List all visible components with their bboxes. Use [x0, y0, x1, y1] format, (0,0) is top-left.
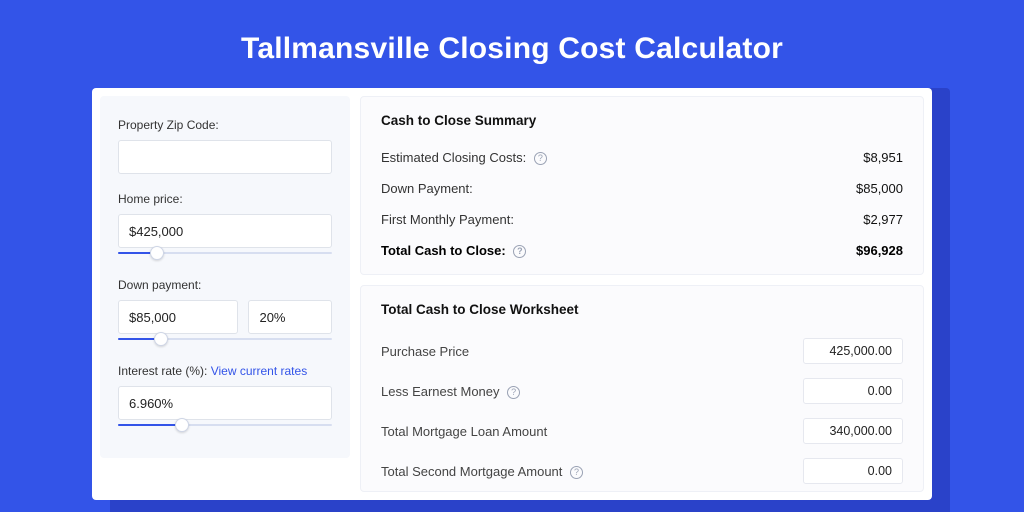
help-icon[interactable]: ? — [513, 245, 526, 258]
zip-input[interactable] — [118, 140, 332, 174]
view-rates-link[interactable]: View current rates — [211, 364, 308, 378]
worksheet-row-label: Purchase Price — [381, 344, 469, 359]
summary-row: Estimated Closing Costs: ? $8,951 — [381, 142, 903, 173]
worksheet-rows: Purchase Price 425,000.00 Less Earnest Mon… — [381, 331, 903, 491]
summary-row: Total Cash to Close: ? $96,928 — [381, 235, 903, 266]
help-icon[interactable]: ? — [534, 152, 547, 165]
summary-row-label: Down Payment: — [381, 181, 473, 196]
zip-field: Property Zip Code: — [118, 118, 332, 174]
worksheet-row-value: 425,000.00 — [803, 338, 903, 364]
down-payment-label: Down payment: — [118, 278, 332, 292]
results-column: Cash to Close Summary Estimated Closing … — [360, 96, 924, 492]
summary-panel: Cash to Close Summary Estimated Closing … — [360, 96, 924, 275]
slider-fill — [118, 424, 182, 426]
rate-label: Interest rate (%): View current rates — [118, 364, 332, 378]
home-price-label: Home price: — [118, 192, 332, 206]
page-title: Tallmansville Closing Cost Calculator — [0, 0, 1024, 88]
down-payment-field: Down payment: — [118, 278, 332, 346]
summary-heading: Cash to Close Summary — [381, 113, 903, 128]
summary-row-value: $8,951 — [863, 150, 903, 165]
worksheet-heading: Total Cash to Close Worksheet — [381, 302, 903, 317]
rate-field: Interest rate (%): View current rates — [118, 364, 332, 432]
summary-row-value: $85,000 — [856, 181, 903, 196]
worksheet-row: Purchase Price 425,000.00 — [381, 331, 903, 371]
worksheet-row-value: 0.00 — [803, 458, 903, 484]
summary-row-label: First Monthly Payment: — [381, 212, 514, 227]
summary-row-label: Total Cash to Close: ? — [381, 243, 526, 258]
home-price-input[interactable] — [118, 214, 332, 248]
worksheet-row-value: 0.00 — [803, 378, 903, 404]
calculator-card: Property Zip Code: Home price: Down paym… — [92, 88, 932, 500]
down-payment-slider[interactable] — [118, 332, 332, 346]
help-icon[interactable]: ? — [507, 386, 520, 399]
summary-rows: Estimated Closing Costs: ? $8,951 Down Pay… — [381, 142, 903, 266]
summary-row-value: $2,977 — [863, 212, 903, 227]
slider-thumb[interactable] — [175, 418, 189, 432]
home-price-field: Home price: — [118, 192, 332, 260]
summary-row-label: Estimated Closing Costs: ? — [381, 150, 547, 165]
down-payment-input[interactable] — [118, 300, 238, 334]
worksheet-row: Less Earnest Money ? 0.00 — [381, 371, 903, 411]
help-icon[interactable]: ? — [570, 466, 583, 479]
summary-row: First Monthly Payment: $2,977 — [381, 204, 903, 235]
worksheet-panel: Total Cash to Close Worksheet Purchase P… — [360, 285, 924, 492]
worksheet-row-label: Total Mortgage Loan Amount — [381, 424, 547, 439]
worksheet-row-label: Total Second Mortgage Amount ? — [381, 464, 583, 479]
home-price-slider[interactable] — [118, 246, 332, 260]
worksheet-row-label: Less Earnest Money ? — [381, 384, 520, 399]
summary-row: Down Payment: $85,000 — [381, 173, 903, 204]
rate-label-text: Interest rate (%): — [118, 364, 211, 378]
zip-label: Property Zip Code: — [118, 118, 332, 132]
slider-thumb[interactable] — [150, 246, 164, 260]
rate-slider[interactable] — [118, 418, 332, 432]
worksheet-row: Total Mortgage Loan Amount 340,000.00 — [381, 411, 903, 451]
worksheet-row-value: 340,000.00 — [803, 418, 903, 444]
down-payment-pct-input[interactable] — [248, 300, 332, 334]
slider-thumb[interactable] — [154, 332, 168, 346]
worksheet-row: Total Second Mortgage Amount ? 0.00 — [381, 451, 903, 491]
inputs-panel: Property Zip Code: Home price: Down paym… — [100, 96, 350, 458]
summary-row-value: $96,928 — [856, 243, 903, 258]
rate-input[interactable] — [118, 386, 332, 420]
